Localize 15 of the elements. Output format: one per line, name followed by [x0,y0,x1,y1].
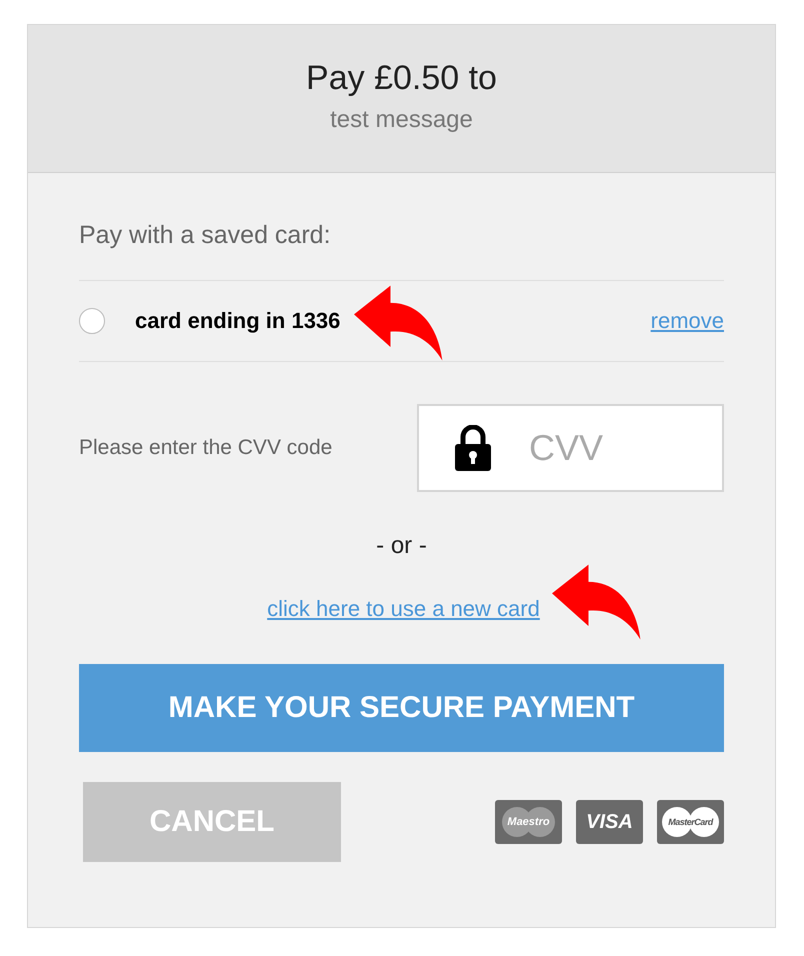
new-card-link[interactable]: click here to use a new card [267,596,540,622]
mastercard-logo: MasterCard [657,800,724,844]
radio-button[interactable] [79,308,105,334]
remove-link[interactable]: remove [650,308,724,334]
cancel-button[interactable]: CANCEL [83,782,341,862]
cvv-label: Please enter the CVV code [79,436,332,460]
maestro-logo: Maestro [495,800,562,844]
payment-title: Pay £0.50 to [306,59,497,98]
pay-button[interactable]: MAKE YOUR SECURE PAYMENT [79,664,724,752]
payee-name: test message [330,106,473,134]
saved-card-heading: Pay with a saved card: [79,221,724,281]
cvv-field[interactable]: CVV [417,404,724,492]
card-label: card ending in 1336 [135,308,340,334]
visa-logo: VISA [576,800,643,844]
or-separator: - or - [375,532,428,560]
